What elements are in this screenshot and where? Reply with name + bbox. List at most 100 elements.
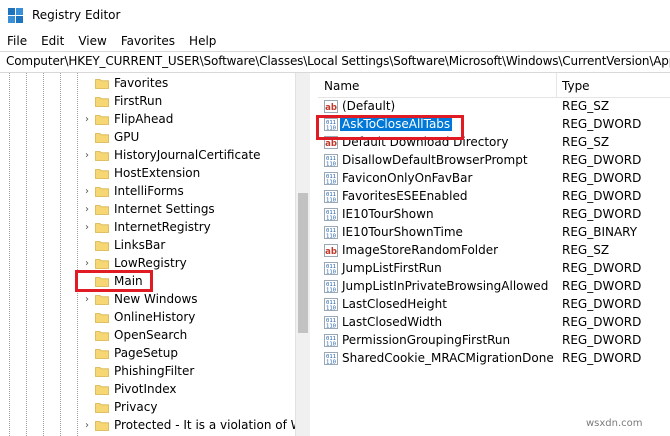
value-row[interactable]: ab Default Download Directory REG_SZ (318, 134, 670, 152)
value-type: REG_DWORD (562, 171, 642, 185)
tree-item[interactable]: PivotIndex (0, 381, 295, 399)
folder-icon (95, 79, 109, 89)
tree-item[interactable]: Privacy (0, 399, 295, 417)
value-row[interactable]: 011 110 LastClosedHeight REG_DWORD (318, 296, 670, 314)
folder-icon (95, 349, 109, 359)
tree-item[interactable]: PhishingFilter (0, 363, 295, 381)
value-name[interactable]: AskToCloseAllTabs (340, 117, 453, 131)
value-name[interactable]: Default Download Directory (340, 135, 510, 149)
value-row[interactable]: 011 110 FavoritesESEEnabled REG_DWORD (318, 188, 670, 206)
value-name[interactable]: IE10TourShown (340, 207, 436, 221)
menu-help[interactable]: Help (182, 31, 223, 51)
value-row[interactable]: 011 110 JumpListFirstRun REG_DWORD (318, 260, 670, 278)
tree-item[interactable]: › Protected - It is a violation of Wind (0, 417, 310, 435)
chevron-right-icon[interactable]: › (82, 295, 92, 305)
value-row[interactable]: 011 110 FaviconOnlyOnFavBar REG_DWORD (318, 170, 670, 188)
value-name[interactable]: PermissionGroupingFirstRun (340, 333, 512, 347)
tree-item[interactable]: › New Windows (0, 291, 295, 309)
menu-file[interactable]: File (0, 31, 34, 51)
svg-text:110: 110 (326, 180, 336, 186)
value-name[interactable]: JumpListInPrivateBrowsingAllowed (340, 279, 550, 293)
tree-item[interactable]: Main (0, 273, 295, 291)
values-pane: Name Type ab (Default) REG_SZ 011 110 AskToCl… (318, 73, 670, 436)
tree-scrollbar[interactable] (295, 73, 310, 436)
tree-item[interactable]: › Internet Settings (0, 201, 295, 219)
menu-favorites[interactable]: Favorites (114, 31, 182, 51)
tree-item[interactable]: › LowRegistry (0, 255, 295, 273)
tree-item[interactable]: PageSetup (0, 345, 295, 363)
pane-splitter[interactable] (310, 73, 318, 436)
tree-item[interactable]: › HistoryJournalCertificate (0, 147, 295, 165)
value-row[interactable]: 011 110 DisallowDefaultBrowserPrompt REG_DW… (318, 152, 670, 170)
value-row[interactable]: 011 110 IE10TourShown REG_DWORD (318, 206, 670, 224)
folder-icon (95, 421, 109, 431)
svg-text:110: 110 (326, 342, 336, 348)
value-name[interactable]: LastClosedHeight (340, 297, 449, 311)
value-name[interactable]: FavoritesESEEnabled (340, 189, 469, 203)
chevron-right-icon[interactable]: › (82, 151, 92, 161)
chevron-right-icon[interactable]: › (82, 259, 92, 269)
value-name[interactable]: (Default) (340, 99, 397, 113)
tree-item-label: GPU (114, 130, 140, 144)
value-name[interactable]: SharedCookie_MRACMigrationDone (340, 351, 556, 365)
tree-item-label: PageSetup (114, 346, 178, 360)
tree-item[interactable]: › FlipAhead (0, 111, 295, 129)
folder-icon (95, 169, 109, 179)
tree-item[interactable]: Favorites (0, 75, 295, 93)
tree-item[interactable]: OnlineHistory (0, 309, 295, 327)
column-divider[interactable] (556, 73, 557, 97)
folder-icon (95, 277, 109, 287)
tree-item[interactable]: › InternetRegistry (0, 219, 295, 237)
chevron-right-icon[interactable]: › (82, 115, 92, 125)
value-row[interactable]: ab ImageStoreRandomFolder REG_SZ (318, 242, 670, 260)
chevron-right-icon[interactable]: › (82, 205, 92, 215)
tree-item-label: HostExtension (114, 166, 201, 180)
tree-item-label: Privacy (114, 400, 158, 414)
value-name[interactable]: IE10TourShownTime (340, 225, 465, 239)
tree-item[interactable]: › IntelliForms (0, 183, 295, 201)
value-row[interactable]: 011 110 JumpListInPrivateBrowsingAllowed RE… (318, 278, 670, 296)
column-name-header[interactable]: Name (324, 79, 359, 93)
value-type: REG_SZ (562, 243, 610, 257)
value-row[interactable]: ab (Default) REG_SZ (318, 98, 670, 116)
value-name[interactable]: ImageStoreRandomFolder (340, 243, 500, 257)
tree-item[interactable]: FirstRun (0, 93, 295, 111)
chevron-right-icon[interactable]: › (82, 223, 92, 233)
address-path[interactable]: Computer\HKEY_CURRENT_USER\Software\Clas… (6, 54, 670, 68)
tree-item[interactable]: LinksBar (0, 237, 295, 255)
tree-item[interactable]: HostExtension (0, 165, 295, 183)
value-type: REG_DWORD (562, 333, 642, 347)
chevron-right-icon[interactable]: › (82, 421, 92, 431)
menu-view[interactable]: View (71, 31, 113, 51)
value-type: REG_DWORD (562, 207, 642, 221)
value-row[interactable]: 011 110 LastClosedWidth REG_DWORD (318, 314, 670, 332)
tree-item[interactable]: OpenSearch (0, 327, 295, 345)
tree-scrollbar-thumb[interactable] (298, 193, 308, 333)
column-type-header[interactable]: Type (562, 79, 590, 93)
value-row[interactable]: 011 110 SharedCookie_MRACMigrationDone REG_… (318, 350, 670, 368)
value-type: REG_DWORD (562, 315, 642, 329)
chevron-right-icon[interactable]: › (82, 187, 92, 197)
value-name[interactable]: DisallowDefaultBrowserPrompt (340, 153, 530, 167)
value-name[interactable]: LastClosedWidth (340, 315, 444, 329)
svg-text:110: 110 (326, 324, 336, 330)
value-row[interactable]: 011 110 AskToCloseAllTabs REG_DWORD (318, 116, 670, 134)
value-name[interactable]: JumpListFirstRun (340, 261, 444, 275)
binary-value-icon: 011110 (324, 118, 338, 131)
tree-item-label: PivotIndex (114, 382, 177, 396)
value-name[interactable]: FaviconOnlyOnFavBar (340, 171, 474, 185)
address-bar[interactable]: Computer\HKEY_CURRENT_USER\Software\Clas… (0, 51, 670, 73)
value-type: REG_SZ (562, 99, 610, 113)
column-header: Name Type (318, 73, 670, 98)
folder-icon (95, 367, 109, 377)
tree-item-label: FirstRun (114, 94, 163, 108)
svg-text:110: 110 (326, 360, 336, 366)
menu-bar: File Edit View Favorites Help (0, 31, 670, 51)
folder-icon (95, 403, 109, 413)
value-row[interactable]: 011 110 IE10TourShownTime REG_BINARY (318, 224, 670, 242)
value-type: REG_DWORD (562, 189, 642, 203)
value-row[interactable]: 011 110 PermissionGroupingFirstRun REG_DWOR… (318, 332, 670, 350)
tree-item[interactable]: GPU (0, 129, 295, 147)
menu-edit[interactable]: Edit (34, 31, 71, 51)
tree-item-label: IntelliForms (114, 184, 184, 198)
